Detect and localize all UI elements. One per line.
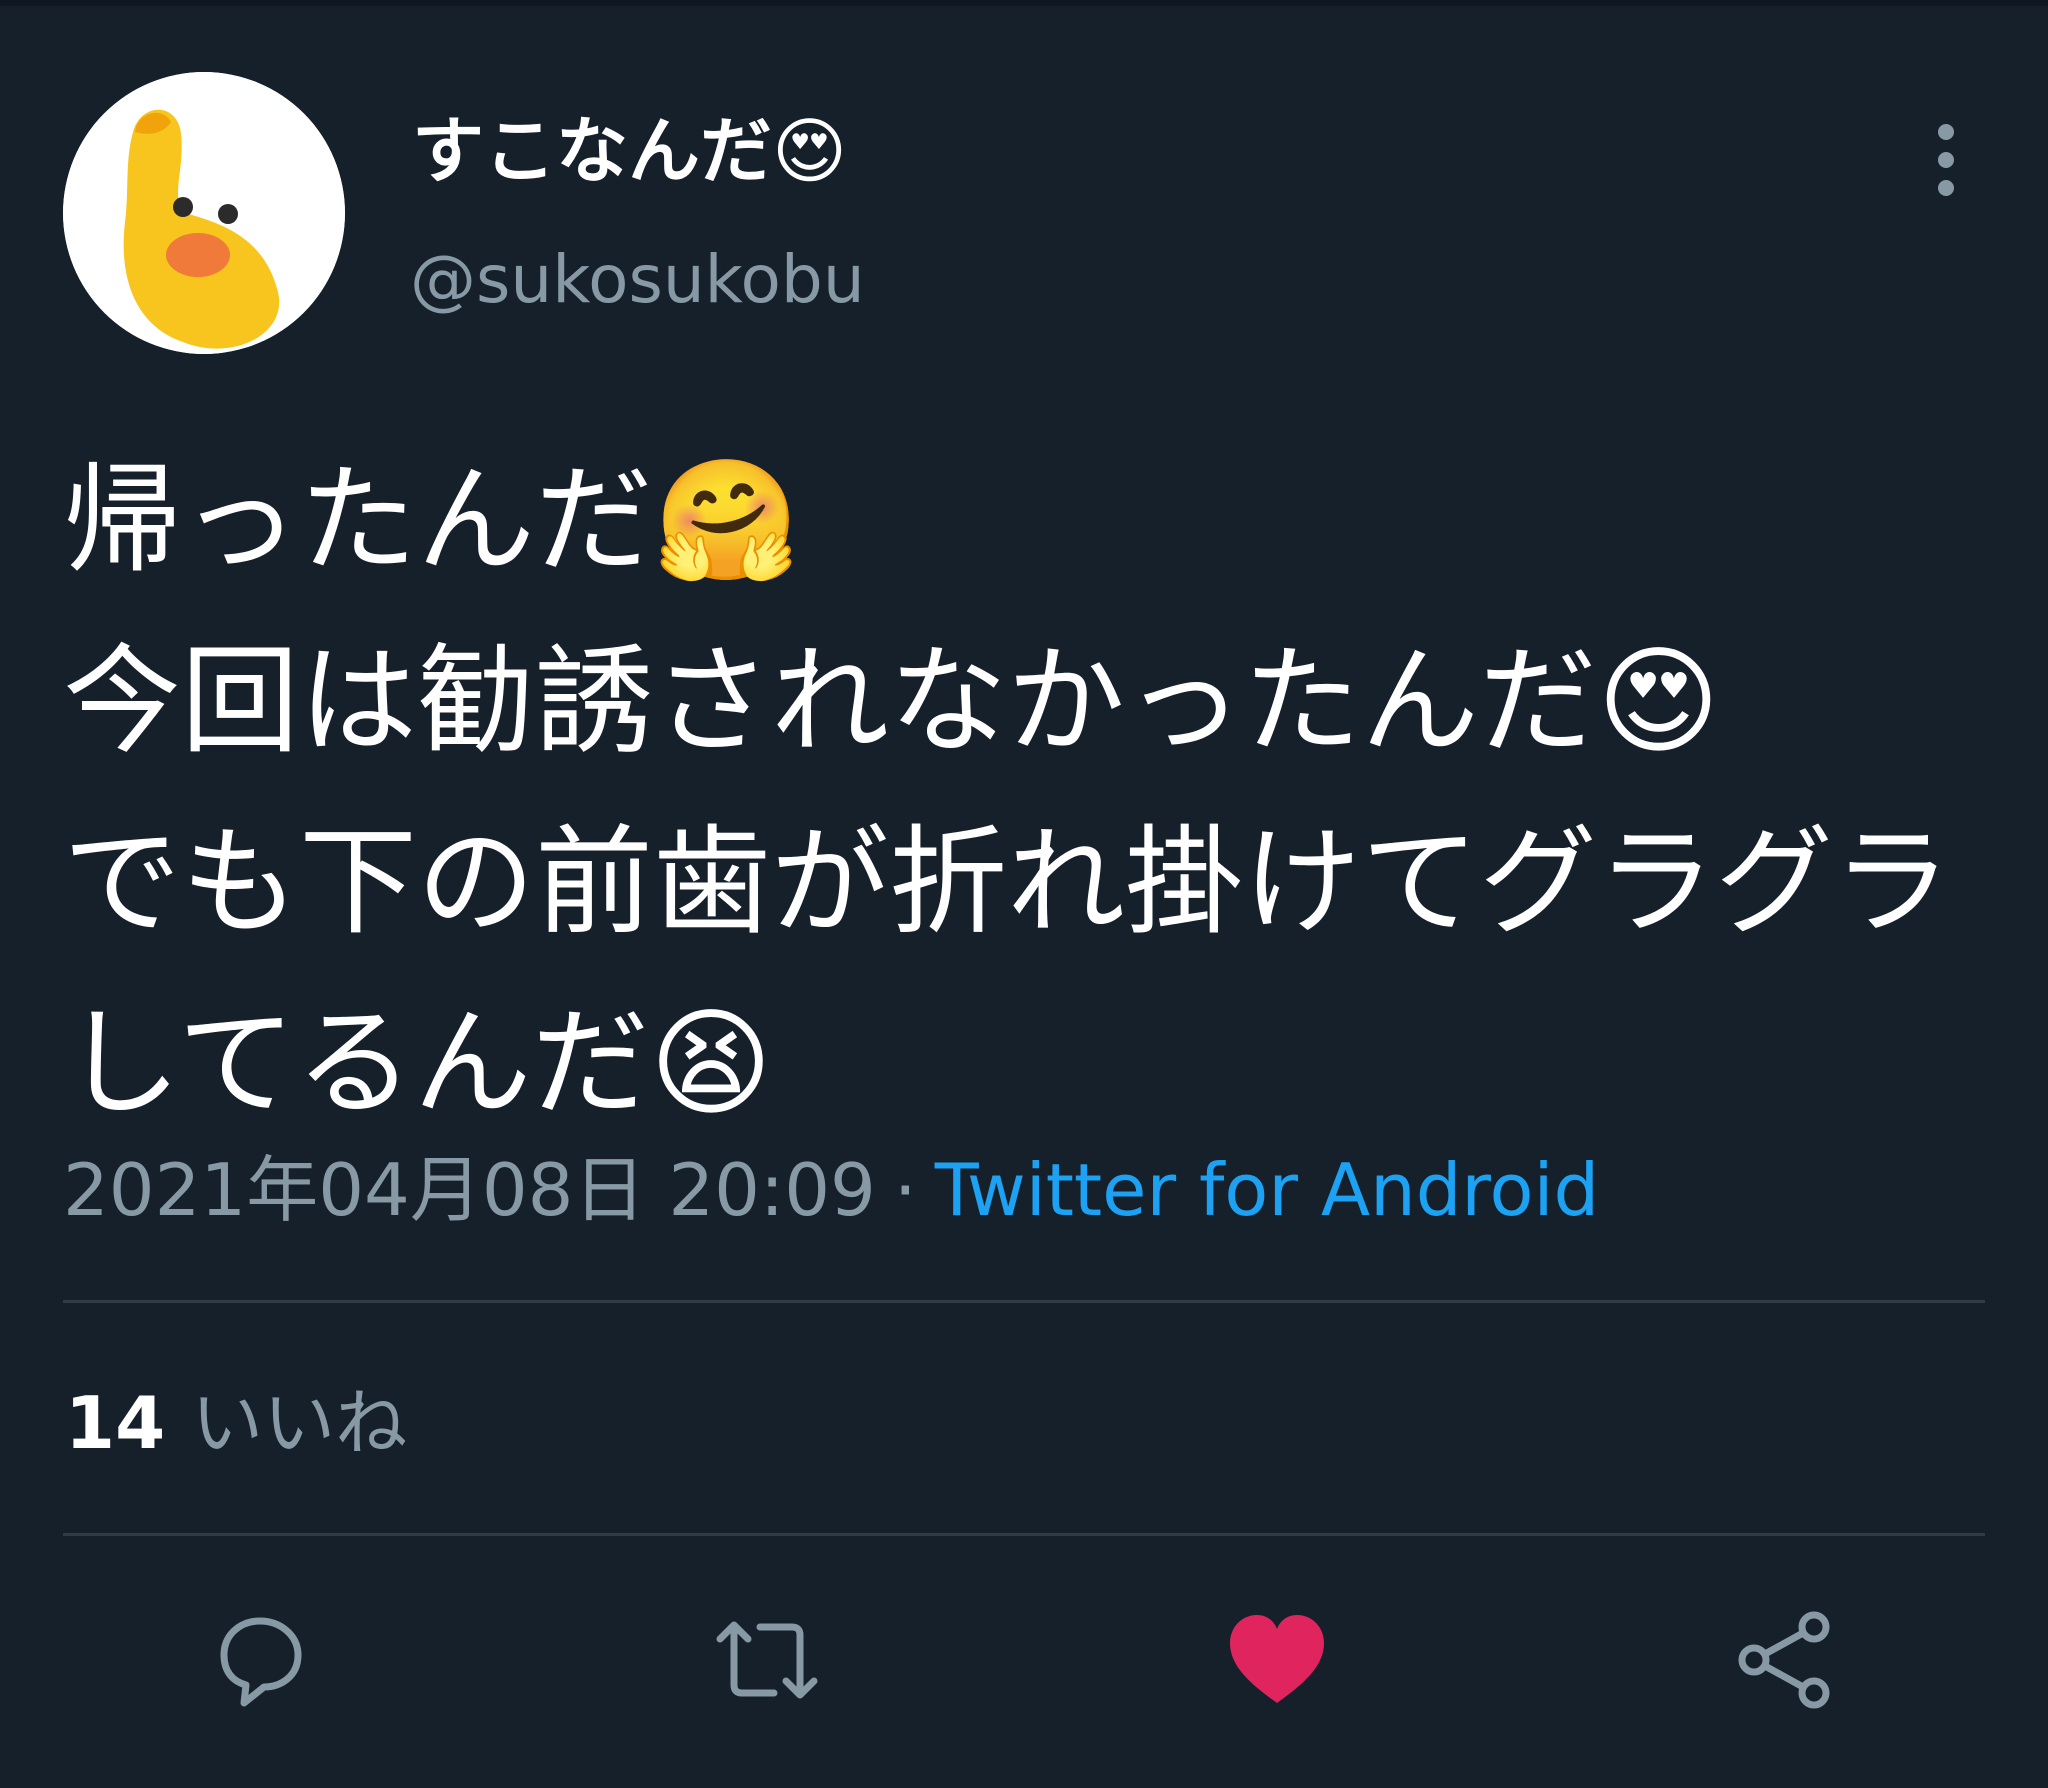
- divider: [63, 1300, 1985, 1303]
- user-handle[interactable]: @sukosukobu: [410, 240, 865, 320]
- like-button[interactable]: [1222, 1605, 1332, 1715]
- source-link[interactable]: Twitter for Android: [935, 1148, 1599, 1232]
- tweet-meta: 2021年04月08日 20:09 · Twitter for Android: [63, 1148, 1599, 1232]
- share-icon: [1738, 1611, 1830, 1709]
- retweet-button[interactable]: [712, 1605, 822, 1715]
- share-button[interactable]: [1732, 1605, 1842, 1715]
- tweet-text: 帰ったんだ🤗 今回は勧誘されなかったんだ😍 でも下の前歯が折れ掛けてグラグラ し…: [63, 430, 1963, 1154]
- timestamp[interactable]: 2021年04月08日 20:09: [63, 1148, 876, 1232]
- display-name[interactable]: すこなんだ😍: [412, 106, 847, 196]
- reply-icon: [220, 1617, 302, 1707]
- tweet-text-line: でも下の前歯が折れ掛けてグラグラ: [63, 813, 1952, 951]
- more-vertical-icon[interactable]: [1916, 118, 1976, 202]
- retweet-icon: [716, 1621, 818, 1699]
- waving-hand-emoji-icon: [63, 72, 345, 354]
- top-border: [0, 0, 2048, 6]
- divider: [63, 1533, 1985, 1536]
- likes-label: いいね: [191, 1381, 408, 1465]
- tweet-text-line: 今回は勧誘されなかったんだ😍: [63, 632, 1721, 770]
- likes-count: 14: [65, 1381, 166, 1465]
- tweet-text-line: してるんだ😫: [63, 994, 773, 1132]
- tweet-text-line: 帰ったんだ🤗: [63, 451, 800, 589]
- likes-stat[interactable]: 14 いいね: [65, 1378, 407, 1468]
- meta-separator: ·: [893, 1148, 917, 1232]
- heart-icon: [1230, 1615, 1324, 1703]
- avatar[interactable]: [63, 72, 345, 354]
- reply-button[interactable]: [202, 1605, 312, 1715]
